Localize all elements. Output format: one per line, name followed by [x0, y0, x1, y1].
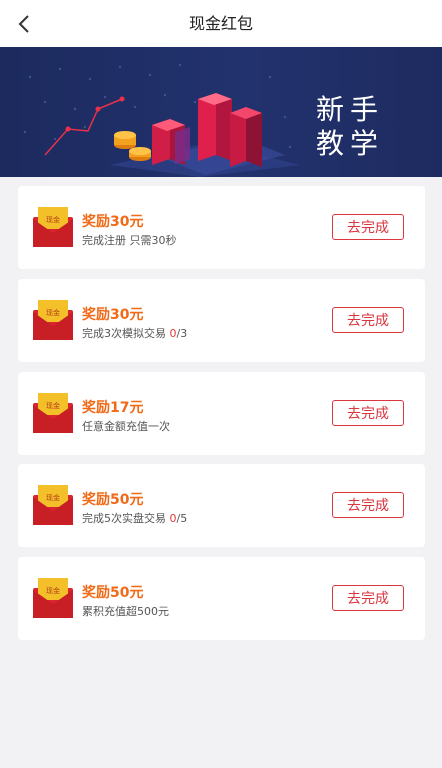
complete-button[interactable]: 去完成: [332, 585, 404, 611]
task-description: 任意金额充值一次: [82, 420, 170, 433]
tutorial-banner[interactable]: 新手 教学: [0, 47, 442, 177]
reward-amount: 奖励50元: [82, 492, 144, 508]
red-envelope-icon: 现金: [33, 300, 73, 340]
task-card: 现金 奖励30元 完成3次模拟交易 0/3 去完成: [18, 279, 425, 362]
banner-heading: 新手 教学: [316, 93, 384, 161]
envelope-label: 现金: [46, 215, 60, 224]
complete-button[interactable]: 去完成: [332, 492, 404, 518]
task-description: 完成注册 只需30秒: [82, 234, 177, 247]
task-total: /5: [176, 512, 188, 525]
red-envelope-icon: 现金: [33, 578, 73, 618]
complete-button[interactable]: 去完成: [332, 400, 404, 426]
task-progress: 0: [169, 512, 177, 525]
task-description: 累积充值超500元: [82, 605, 169, 618]
task-description: 完成5次实盘交易 0/5: [82, 510, 187, 526]
envelope-label: 现金: [46, 493, 60, 502]
banner-line-1: 新手: [316, 93, 385, 126]
banner-line-2: 教学: [316, 127, 385, 160]
envelope-label: 现金: [46, 586, 60, 595]
red-envelope-icon: 现金: [33, 393, 73, 433]
complete-button[interactable]: 去完成: [332, 214, 404, 240]
page-title: 现金红包: [188, 14, 253, 33]
red-envelope-icon: 现金: [33, 485, 73, 525]
task-card: 现金 奖励17元 任意金额充值一次 去完成: [18, 372, 425, 455]
complete-button[interactable]: 去完成: [332, 307, 404, 333]
task-total: /3: [176, 327, 188, 340]
task-description-text: 完成5次实盘交易: [82, 512, 170, 525]
task-card: 现金 奖励30元 完成注册 只需30秒 去完成: [18, 186, 425, 269]
task-card: 现金 奖励50元 累积充值超500元 去完成: [18, 557, 425, 640]
task-description-text: 完成3次模拟交易: [82, 327, 170, 340]
task-card: 现金 奖励50元 完成5次实盘交易 0/5 去完成: [18, 464, 425, 547]
task-description: 完成3次模拟交易 0/3: [82, 325, 187, 341]
envelope-label: 现金: [46, 401, 60, 410]
task-progress: 0: [169, 327, 177, 340]
reward-amount: 奖励30元: [82, 307, 144, 323]
envelope-label: 现金: [46, 308, 60, 317]
red-envelope-icon: 现金: [33, 207, 73, 247]
reward-amount: 奖励30元: [82, 214, 144, 230]
top-bar: 现金红包: [0, 0, 442, 48]
reward-amount: 奖励17元: [82, 400, 144, 416]
reward-amount: 奖励50元: [82, 585, 144, 601]
